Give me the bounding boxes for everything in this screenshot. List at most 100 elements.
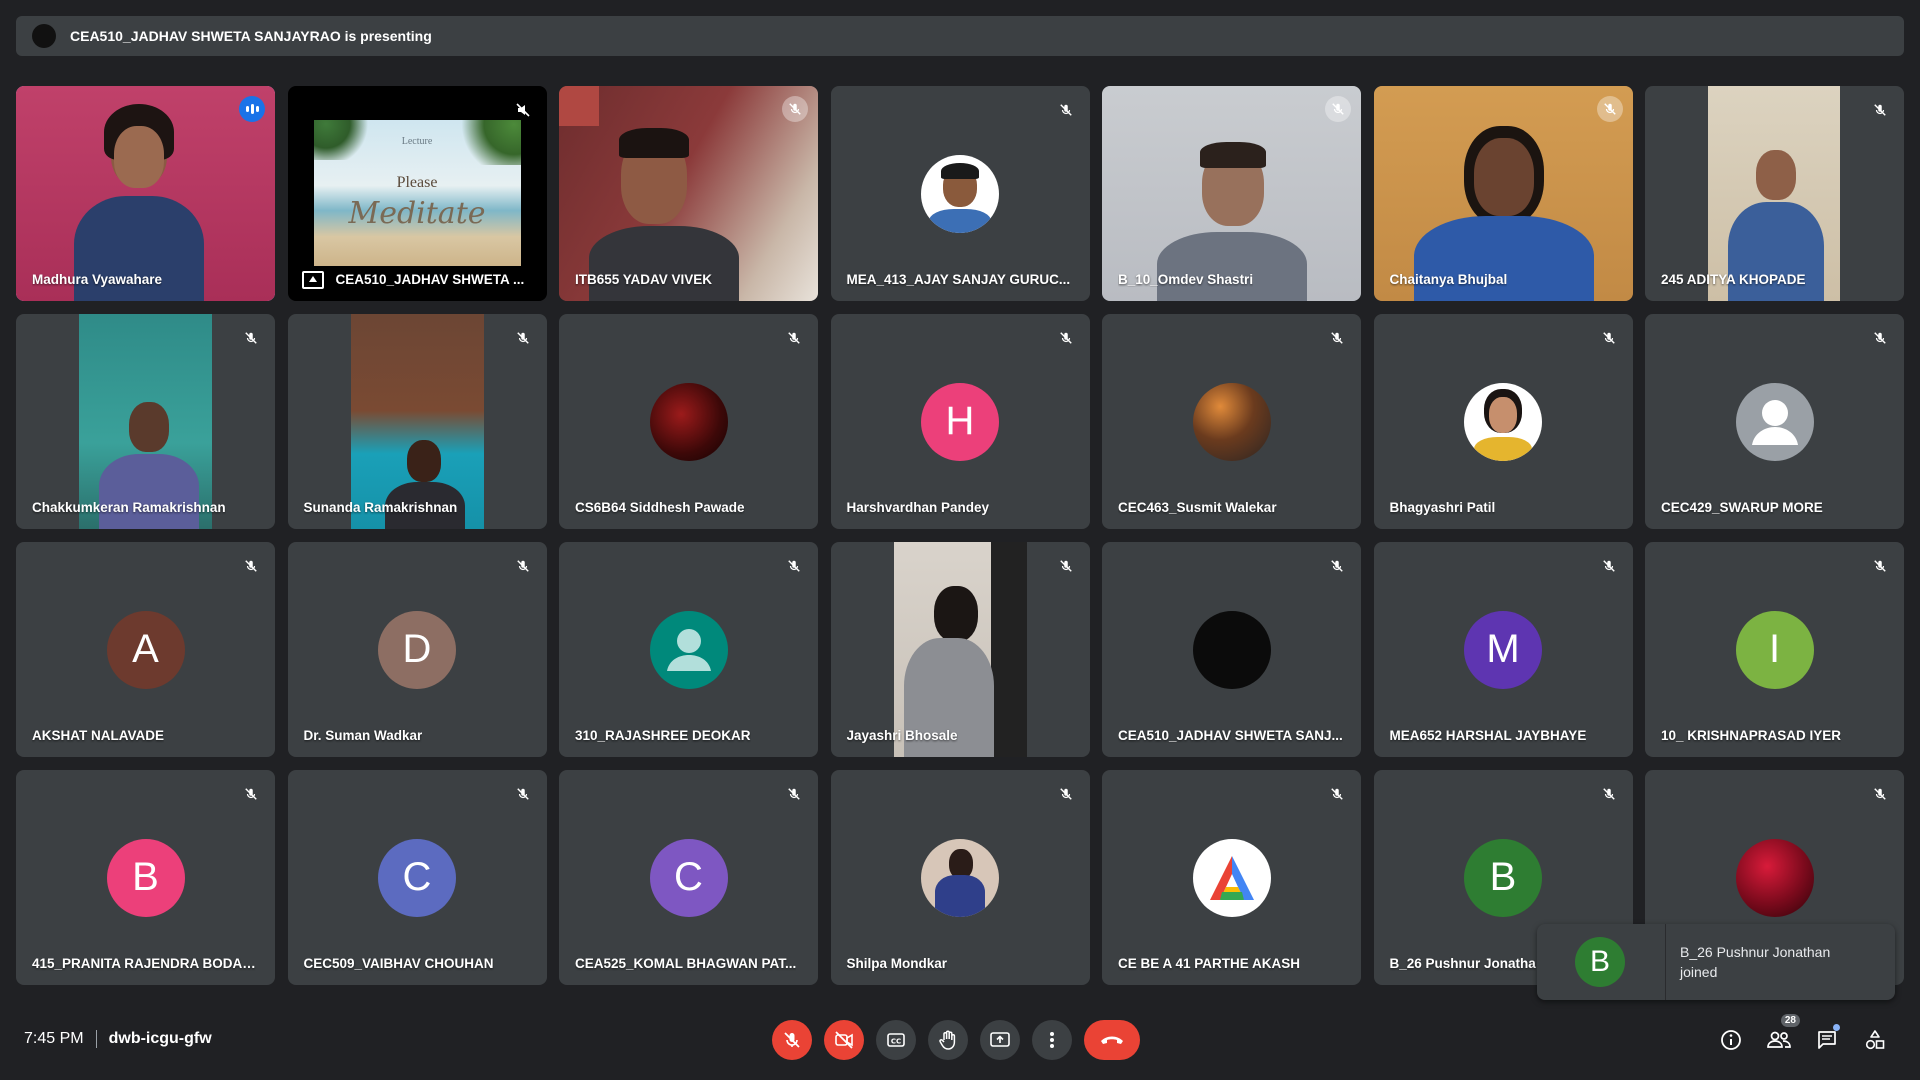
- present-screen-button[interactable]: [980, 1020, 1020, 1060]
- camera-toggle-button[interactable]: [824, 1020, 864, 1060]
- chat-button[interactable]: [1814, 1022, 1840, 1058]
- chat-unread-dot: [1833, 1024, 1840, 1031]
- participant-tile[interactable]: Sunanda Ramakrishnan: [287, 314, 547, 529]
- participant-name: CEC463_Susmit Walekar: [1118, 500, 1277, 515]
- more-options-button[interactable]: [1032, 1020, 1072, 1060]
- mic-off-icon: [241, 784, 261, 804]
- video-feed: [1708, 86, 1840, 301]
- participant-initial-avatar: I: [1735, 610, 1814, 689]
- video-feed: [1102, 86, 1361, 301]
- chat-icon: [1818, 1031, 1836, 1049]
- pin-off-icon: [513, 100, 533, 120]
- video-feed: [893, 542, 1027, 757]
- participant-tile[interactable]: B 415_PRANITA RAJENDRA BODALA: [16, 770, 275, 985]
- meeting-details-button[interactable]: [1718, 1022, 1744, 1058]
- participant-tile[interactable]: 310_RAJASHREE DEOKAR: [559, 542, 818, 757]
- participant-photo-avatar: [1735, 838, 1814, 917]
- participant-tile[interactable]: MEA_413_AJAY SANJAY GURUC...: [830, 86, 1090, 301]
- toast-line-2: joined: [1680, 964, 1718, 980]
- mic-off-icon: [782, 96, 808, 122]
- side-panel-controls: 28: [1718, 1014, 1888, 1058]
- participant-photo-avatar: [1464, 382, 1542, 461]
- participant-tile[interactable]: A AKSHAT NALAVADE: [16, 542, 275, 757]
- captions-button[interactable]: CC: [876, 1020, 916, 1060]
- participant-tile[interactable]: I 10_ KRISHNAPRASAD IYER: [1645, 542, 1904, 757]
- participant-tile[interactable]: Bhagyashri Patil: [1373, 314, 1633, 529]
- video-feed: [350, 314, 484, 529]
- slide-line-1: Please: [396, 174, 438, 191]
- video-feed: [79, 314, 212, 529]
- divider: [95, 1030, 97, 1048]
- participant-tile[interactable]: D Dr. Suman Wadkar: [287, 542, 547, 757]
- mic-off-icon: [241, 556, 261, 576]
- participant-tile[interactable]: Chakkumkeran Ramakrishnan: [16, 314, 275, 529]
- mic-toggle-button[interactable]: [772, 1020, 812, 1060]
- participant-tile[interactable]: 245 ADITYA KHOPADE: [1645, 86, 1904, 301]
- participant-initial-avatar: B: [1464, 838, 1542, 917]
- participant-tile[interactable]: CEC429_SWARUP MORE: [1645, 314, 1904, 529]
- hang-up-icon: [1101, 1036, 1123, 1044]
- mic-off-icon: [1870, 328, 1890, 348]
- participant-name: 310_RAJASHREE DEOKAR: [575, 728, 751, 743]
- participant-tile[interactable]: CE BE A 41 PARTHE AKASH: [1102, 770, 1361, 985]
- participant-photo-avatar: [921, 838, 999, 917]
- google-logo-avatar: [1192, 838, 1271, 917]
- meeting-code[interactable]: dwb-icgu-gfw: [109, 1030, 212, 1048]
- mic-off-icon: [241, 328, 261, 348]
- activities-icon: [1865, 1030, 1885, 1050]
- participant-tile[interactable]: CEA510_JADHAV SHWETA SANJ...: [1102, 542, 1361, 757]
- participant-tile[interactable]: B_10_Omdev Shastri: [1102, 86, 1361, 301]
- mic-off-icon: [784, 1032, 800, 1048]
- presenting-text: CEA510_JADHAV SHWETA SANJAYRAO is presen…: [70, 28, 432, 44]
- leave-call-button[interactable]: [1084, 1020, 1140, 1060]
- participant-tile[interactable]: Shilpa Mondkar: [830, 770, 1090, 985]
- present-screen-icon: [990, 1032, 1010, 1047]
- participant-tile[interactable]: CS6B64 Siddhesh Pawade: [559, 314, 818, 529]
- participant-initial-avatar: C: [649, 838, 728, 917]
- participant-tile[interactable]: C CEC509_VAIBHAV CHOUHAN: [287, 770, 547, 985]
- mic-off-icon: [1599, 556, 1619, 576]
- activities-button[interactable]: [1862, 1022, 1888, 1058]
- mic-off-icon: [1599, 784, 1619, 804]
- participant-tile[interactable]: Jayashri Bhosale: [830, 542, 1090, 757]
- participant-tile[interactable]: C CEA525_KOMAL BHAGWAN PAT...: [559, 770, 818, 985]
- info-icon: [1721, 1030, 1741, 1050]
- participant-tile[interactable]: M MEA652 HARSHAL JAYBHAYE: [1373, 542, 1633, 757]
- participant-name: 10_ KRISHNAPRASAD IYER: [1661, 728, 1842, 743]
- mic-off-icon: [1870, 100, 1890, 120]
- mic-off-icon: [1327, 328, 1347, 348]
- participant-tile[interactable]: Chaitanya Bhujbal: [1373, 86, 1633, 301]
- slide-small-text: Lecture: [401, 136, 433, 147]
- mic-off-icon: [1327, 556, 1347, 576]
- participant-tile[interactable]: Madhura Vyawahare: [16, 86, 275, 301]
- participant-photo-avatar: [1192, 610, 1271, 689]
- people-button[interactable]: 28: [1766, 1014, 1800, 1058]
- participant-tile[interactable]: ITB655 YADAV VIVEK: [559, 86, 818, 301]
- presenting-icon: [301, 271, 324, 289]
- participant-name: CEA510_JADHAV SHWETA SANJ...: [1118, 728, 1343, 743]
- participant-tile[interactable]: Lecture Please Meditate CEA510_JADHAV SH…: [287, 86, 547, 301]
- participant-tile[interactable]: CEC463_Susmit Walekar: [1102, 314, 1361, 529]
- mic-off-icon: [1327, 784, 1347, 804]
- mic-off-icon: [513, 556, 533, 576]
- call-controls: CC: [772, 1020, 1140, 1060]
- mic-off-icon: [1596, 96, 1623, 122]
- participant-name: CE BE A 41 PARTHE AKASH: [1118, 956, 1301, 971]
- participant-name: Chaitanya Bhujbal: [1389, 272, 1508, 287]
- mic-off-icon: [513, 328, 533, 348]
- participant-tile[interactable]: H Harshvardhan Pandey: [830, 314, 1090, 529]
- participant-name: CEA525_KOMAL BHAGWAN PAT...: [575, 956, 797, 971]
- participant-initial-avatar: A: [106, 610, 185, 689]
- speaking-indicator-icon: [239, 96, 265, 122]
- slide-line-2: Meditate: [348, 196, 486, 231]
- raise-hand-button[interactable]: [928, 1020, 968, 1060]
- mic-off-icon: [1056, 784, 1076, 804]
- participant-name: Bhagyashri Patil: [1389, 500, 1496, 515]
- participant-name: 415_PRANITA RAJENDRA BODALA: [32, 956, 257, 971]
- join-notification: B B_26 Pushnur Jonathan joined: [1537, 924, 1895, 1000]
- mic-off-icon: [1599, 328, 1619, 348]
- clock-time: 7:45 PM: [24, 1030, 84, 1047]
- participant-initial-avatar: M: [1464, 610, 1542, 689]
- participant-name: Shilpa Mondkar: [846, 956, 948, 971]
- participant-name: Jayashri Bhosale: [846, 728, 958, 743]
